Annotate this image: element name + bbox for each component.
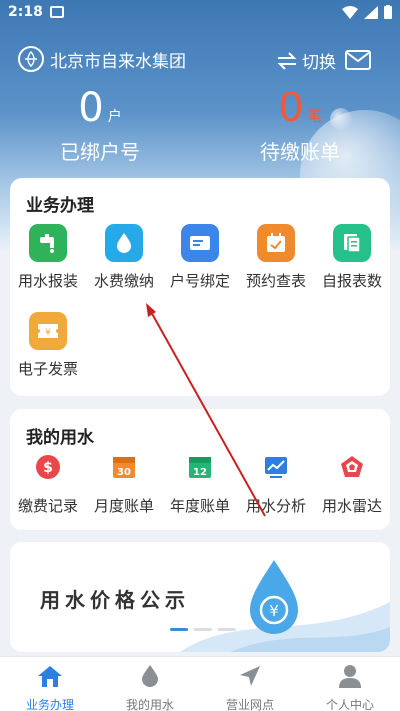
calendar-12-icon: 12 xyxy=(186,453,214,481)
calendar-check-icon xyxy=(257,224,295,262)
line-chart-icon xyxy=(262,453,290,481)
top-bar: 北京市自来水集团 切换 xyxy=(0,42,400,76)
tab-label: 业务办理 xyxy=(25,698,74,711)
my-water-item-usage-analysis[interactable]: 用水分析 xyxy=(238,453,314,516)
tab-business[interactable]: 业务办理 xyxy=(0,663,100,711)
carousel-dot xyxy=(218,628,236,631)
water-price-banner[interactable]: 用水价格公示 ¥ xyxy=(10,542,390,652)
business-title: 业务办理 xyxy=(26,196,94,216)
my-water-item-label: 用水雷达 xyxy=(321,497,382,515)
carousel-indicator xyxy=(170,628,236,631)
radar-icon xyxy=(338,453,366,481)
calendar-30-icon: 30 xyxy=(110,453,138,481)
home-icon xyxy=(0,663,100,689)
my-water-item-annual-bill[interactable]: 12 年度账单 xyxy=(162,453,238,516)
business-item-e-invoice[interactable]: ¥ 电子发票 xyxy=(10,312,86,379)
my-water-card: 我的用水 $ 缴费记录 30 月度账单 12 年度账单 用水分析 用水雷达 xyxy=(10,409,390,530)
company-name: 北京市自来水集团 xyxy=(50,51,186,72)
carousel-dot xyxy=(194,628,212,631)
my-water-item-label: 用水分析 xyxy=(245,497,306,515)
business-card: 业务办理 用水报装 水费缴纳 户号绑定 预约查表 自报表数 ¥ 电子发票 xyxy=(10,178,390,396)
account-card-icon xyxy=(181,224,219,262)
business-item-water-install[interactable]: 用水报装 xyxy=(10,224,86,291)
my-water-item-monthly-bill[interactable]: 30 月度账单 xyxy=(86,453,162,516)
switch-account-button[interactable]: 切换 xyxy=(276,48,336,73)
bound-accounts-unit: 户 xyxy=(107,109,122,125)
tab-label: 我的用水 xyxy=(125,698,174,711)
water-drop-coin-icon: ¥ xyxy=(250,560,298,634)
tab-label: 营业网点 xyxy=(225,698,274,711)
status-bar: 2:18 xyxy=(0,0,400,26)
business-item-label: 电子发票 xyxy=(17,360,78,378)
business-item-label: 自报表数 xyxy=(321,272,382,290)
switch-label: 切换 xyxy=(302,53,336,73)
pending-bills-unit: 笔 xyxy=(307,109,322,125)
location-arrow-icon xyxy=(200,663,300,689)
svg-text:$: $ xyxy=(43,460,53,476)
status-time: 2:18 xyxy=(8,4,43,20)
company-logo-icon xyxy=(18,46,44,72)
my-water-item-payment-records[interactable]: $ 缴费记录 xyxy=(10,453,86,516)
tab-label: 个人中心 xyxy=(325,698,374,711)
swap-arrows-icon xyxy=(277,51,297,70)
water-drop-icon xyxy=(100,663,200,689)
water-drop-icon xyxy=(105,224,143,262)
gallery-notification-icon xyxy=(50,6,64,18)
pending-bills-stat[interactable]: 0笔 待缴账单 xyxy=(200,86,400,165)
tab-service-outlets[interactable]: 营业网点 xyxy=(200,663,300,711)
my-water-item-label: 月度账单 xyxy=(93,497,154,515)
battery-icon xyxy=(384,5,392,19)
banner-title: 用水价格公示 xyxy=(40,588,190,612)
business-item-water-payment[interactable]: 水费缴纳 xyxy=(86,224,162,291)
bound-accounts-label: 已绑户号 xyxy=(60,140,140,164)
bound-accounts-stat[interactable]: 0户 已绑户号 xyxy=(0,86,200,165)
svg-text:¥: ¥ xyxy=(45,328,51,338)
business-item-self-report[interactable]: 自报表数 xyxy=(314,224,390,291)
my-water-item-label: 缴费记录 xyxy=(17,497,78,515)
pending-bills-count: 0 xyxy=(278,85,304,131)
dollar-circle-icon: $ xyxy=(34,453,62,481)
my-water-item-label: 年度账单 xyxy=(169,497,230,515)
business-item-label: 户号绑定 xyxy=(169,272,230,290)
svg-text:30: 30 xyxy=(117,467,131,478)
wifi-icon xyxy=(342,5,358,19)
mail-icon[interactable] xyxy=(345,50,371,70)
business-item-meter-appointment[interactable]: 预约查表 xyxy=(238,224,314,291)
business-item-label: 用水报装 xyxy=(17,272,78,290)
my-water-item-usage-radar[interactable]: 用水雷达 xyxy=(314,453,390,516)
svg-text:¥: ¥ xyxy=(269,602,279,620)
tab-my-water[interactable]: 我的用水 xyxy=(100,663,200,711)
carousel-dot xyxy=(170,628,188,631)
invoice-ticket-icon: ¥ xyxy=(29,312,67,350)
bound-accounts-count: 0 xyxy=(78,85,104,131)
tab-profile[interactable]: 个人中心 xyxy=(300,663,400,711)
business-item-label: 预约查表 xyxy=(245,272,306,290)
documents-icon xyxy=(333,224,371,262)
signal-icon xyxy=(364,5,378,19)
business-item-account-binding[interactable]: 户号绑定 xyxy=(162,224,238,291)
faucet-icon xyxy=(29,224,67,262)
business-item-label: 水费缴纳 xyxy=(93,272,154,290)
person-icon xyxy=(300,663,400,689)
svg-text:12: 12 xyxy=(193,467,207,478)
bottom-tab-bar: 业务办理 我的用水 营业网点 个人中心 xyxy=(0,656,400,711)
my-water-title: 我的用水 xyxy=(26,428,94,448)
pending-bills-label: 待缴账单 xyxy=(260,140,340,164)
company-brand: 北京市自来水集团 xyxy=(18,46,186,72)
